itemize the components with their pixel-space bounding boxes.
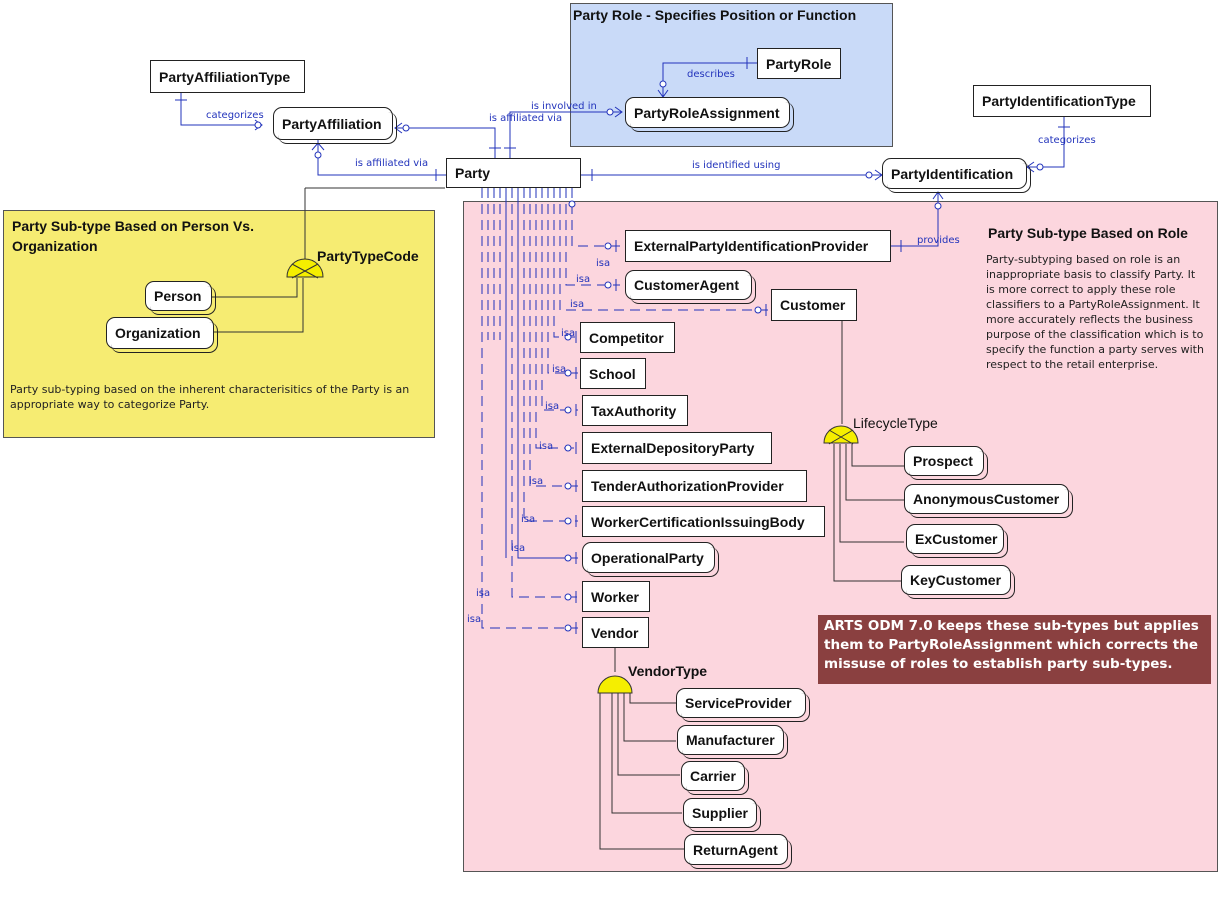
entity-party-affiliation[interactable]: PartyAffiliation [273, 107, 397, 144]
entity-supplier[interactable]: Supplier [683, 798, 761, 832]
entity-external-depository-party[interactable]: ExternalDepositoryParty [582, 432, 772, 464]
entity-person[interactable]: Person [145, 281, 216, 315]
entity-party-role-assignment[interactable]: PartyRoleAssignment [625, 97, 794, 132]
rel-categorizes-identification: categorizes [1038, 135, 1096, 146]
isa-label: isa [539, 441, 554, 452]
entity-worker-certification-issuing-body[interactable]: WorkerCertificationIssuingBody [582, 506, 825, 537]
isa-label: isa [521, 514, 536, 525]
isa-label: isa [529, 476, 544, 487]
entity-customer[interactable]: Customer [771, 289, 857, 321]
rel-categorizes-affiliation: categorizes [206, 110, 264, 121]
entity-party-role[interactable]: PartyRole [757, 48, 841, 79]
entity-carrier[interactable]: Carrier [681, 761, 749, 795]
entity-prospect[interactable]: Prospect [904, 446, 988, 480]
entity-key-customer[interactable]: KeyCustomer [901, 565, 1015, 599]
entity-party[interactable]: Party [446, 158, 581, 188]
isa-label: isa [511, 543, 526, 554]
entity-tax-authority[interactable]: TaxAuthority [582, 395, 688, 426]
entity-anonymous-customer[interactable]: AnonymousCustomer [904, 484, 1073, 518]
entity-party-identification-type[interactable]: PartyIdentificationType [973, 85, 1151, 117]
isa-label: isa [570, 299, 585, 310]
rel-describes: describes [687, 69, 735, 80]
entity-external-party-identification-provider[interactable]: ExternalPartyIdentificationProvider [625, 230, 891, 262]
entity-organization[interactable]: Organization [106, 317, 218, 353]
entity-tender-authorization-provider[interactable]: TenderAuthorizationProvider [582, 470, 807, 502]
isa-label: isa [596, 258, 611, 269]
entity-return-agent[interactable]: ReturnAgent [684, 834, 792, 869]
entity-party-identification[interactable]: PartyIdentification [882, 158, 1031, 193]
lifecycle-type-label: LifecycleType [853, 415, 938, 431]
rel-provides: provides [917, 235, 960, 246]
isa-label: isa [545, 401, 560, 412]
isa-label: isa [576, 274, 591, 285]
isa-label: isa [561, 328, 576, 339]
entity-worker[interactable]: Worker [582, 581, 650, 612]
entity-vendor[interactable]: Vendor [582, 617, 649, 648]
rel-is-identified-using: is identified using [692, 160, 781, 171]
entity-party-affiliation-type[interactable]: PartyAffiliationType [150, 60, 305, 93]
isa-label: isa [552, 364, 567, 375]
rel-is-involved-in: is involved in [531, 101, 597, 112]
vendor-type-label: VendorType [628, 663, 708, 679]
entity-operational-party[interactable]: OperationalParty [582, 542, 719, 577]
entity-ex-customer[interactable]: ExCustomer [906, 524, 1008, 558]
rel-is-affiliated-via-2: is affiliated via [489, 113, 563, 124]
rel-is-affiliated-via-1: is affiliated via [355, 158, 429, 169]
isa-label: isa [476, 588, 491, 599]
entity-competitor[interactable]: Competitor [580, 322, 675, 353]
isa-label: isa [467, 614, 482, 625]
entity-service-provider[interactable]: ServiceProvider [676, 688, 810, 722]
party-type-code-label: PartyTypeCode [317, 248, 419, 264]
entity-manufacturer[interactable]: Manufacturer [677, 725, 788, 759]
entity-school[interactable]: School [580, 358, 646, 389]
entity-customer-agent[interactable]: CustomerAgent [625, 270, 756, 304]
